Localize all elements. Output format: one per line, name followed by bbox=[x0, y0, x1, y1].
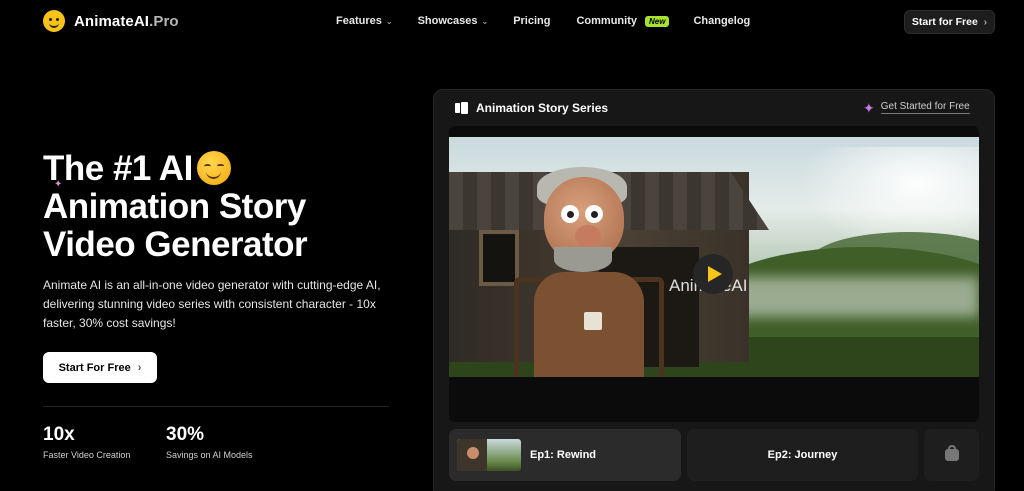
new-badge: New bbox=[644, 15, 670, 27]
stat-speed: 10x Faster Video Creation bbox=[43, 424, 130, 460]
brand-name: AnimateAI.Pro bbox=[74, 12, 179, 30]
top-navbar: AnimateAI.Pro Features ⌄ Showcases ⌄ Prici… bbox=[0, 0, 1024, 44]
smiling-face-icon bbox=[196, 151, 231, 185]
play-button[interactable] bbox=[693, 254, 733, 294]
stat-speed-value: 10x bbox=[43, 424, 75, 445]
smiley-logo-icon bbox=[43, 10, 65, 32]
main-menu: Features ⌄ Showcases ⌄ Pricing Community Ne… bbox=[336, 15, 750, 27]
brand-logo[interactable]: AnimateAI.Pro bbox=[43, 10, 179, 32]
episode-1-label: Ep1: Rewind bbox=[530, 449, 597, 461]
episode-tab-2[interactable]: Ep2: Journey bbox=[687, 429, 918, 481]
nav-cta-label: Start for Free bbox=[911, 16, 978, 28]
nav-showcases[interactable]: Showcases ⌄ bbox=[418, 15, 489, 27]
hero-description: Animate AI is an all-in-one video genera… bbox=[43, 278, 381, 330]
get-started-link-label: Get Started for Free bbox=[880, 101, 970, 114]
nav-features-label: Features bbox=[336, 15, 382, 27]
chevron-right-icon: › bbox=[983, 16, 988, 28]
hero-title-line2: Animation Story bbox=[43, 187, 306, 226]
nav-community[interactable]: Community New bbox=[576, 15, 670, 27]
play-icon bbox=[707, 266, 722, 282]
hero-title-line3: Video Generator bbox=[43, 225, 308, 264]
nav-changelog[interactable]: Changelog bbox=[693, 15, 750, 27]
chevron-down-icon: ⌄ bbox=[481, 16, 489, 26]
sparkle-icon: ✦ bbox=[54, 179, 63, 190]
hero-title-line1: The #1 AI bbox=[43, 149, 193, 188]
nav-showcases-label: Showcases bbox=[417, 15, 478, 27]
episode-2-label: Ep2: Journey bbox=[767, 449, 838, 461]
episode-tab-locked[interactable] bbox=[924, 429, 979, 481]
stat-savings-label: Savings on AI Models bbox=[166, 450, 253, 460]
nav-community-label: Community bbox=[576, 15, 637, 27]
hero-title: The #1 AI Animation Story Video Generato… bbox=[43, 149, 308, 264]
get-started-link[interactable]: ✦ Get Started for Free bbox=[863, 99, 970, 116]
chevron-right-icon: › bbox=[137, 361, 142, 374]
nav-changelog-label: Changelog bbox=[693, 15, 751, 27]
panel-title: Animation Story Series bbox=[476, 101, 609, 115]
nav-pricing[interactable]: Pricing bbox=[513, 15, 550, 27]
nav-start-free-button[interactable]: Start for Free › bbox=[904, 10, 995, 34]
nav-pricing-label: Pricing bbox=[513, 15, 551, 27]
sparkle-icon: ✦ bbox=[863, 99, 875, 116]
episode-tab-1[interactable]: Ep1: Rewind bbox=[449, 429, 681, 481]
episode-thumbnail bbox=[457, 439, 521, 471]
lock-icon bbox=[944, 445, 959, 461]
stat-speed-label: Faster Video Creation bbox=[43, 450, 131, 460]
hero-start-free-button[interactable]: Start For Free › bbox=[43, 352, 157, 383]
panel-header: Animation Story Series bbox=[455, 101, 608, 115]
nav-features[interactable]: Features ⌄ bbox=[336, 15, 393, 27]
stat-savings-value: 30% bbox=[166, 424, 205, 445]
stat-savings: 30% Savings on AI Models bbox=[166, 424, 253, 460]
book-icon bbox=[455, 102, 468, 114]
hero-cta-label: Start For Free bbox=[58, 361, 131, 374]
chevron-down-icon: ⌄ bbox=[385, 16, 393, 26]
stats-divider bbox=[43, 406, 389, 407]
video-player[interactable]: AnimateAI bbox=[449, 126, 979, 422]
